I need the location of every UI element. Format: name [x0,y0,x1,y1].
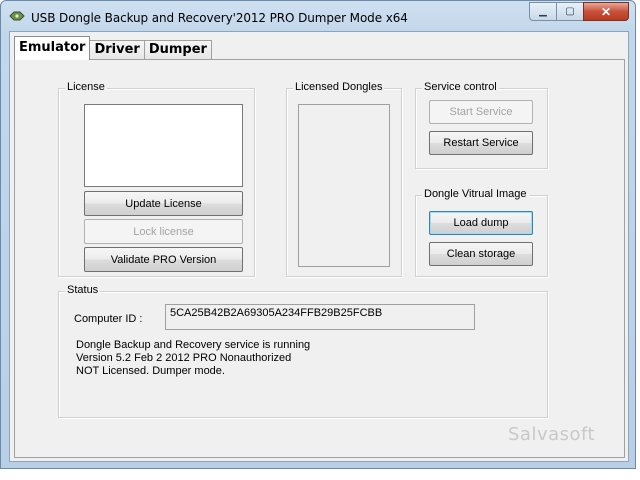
license-group: License Update License Lock license Vali… [58,81,255,277]
close-icon[interactable]: ✕ [583,2,629,21]
start-service-button[interactable]: Start Service [429,100,533,124]
service-control-label: Service control [422,81,499,93]
tab-panel-emulator: License Update License Lock license Vali… [14,59,625,458]
tab-driver[interactable]: Driver [89,40,145,60]
window-title: USB Dongle Backup and Recovery'2012 PRO … [31,11,408,25]
dongle-image-label: Dongle Vitrual Image [422,188,529,200]
dongle-image-group: Dongle Vitrual Image Load dump Clean sto… [415,188,548,277]
update-license-button[interactable]: Update License [84,191,243,216]
computer-id-label: Computer ID : [74,313,143,325]
status-line-version: Version 5.2 Feb 2 2012 PRO Nonauthorized [76,352,292,364]
title-bar[interactable]: USB Dongle Backup and Recovery'2012 PRO … [1,1,635,31]
tab-strip: Emulator Driver Dumper [14,36,212,60]
app-window: USB Dongle Backup and Recovery'2012 PRO … [0,0,636,469]
lock-license-button[interactable]: Lock license [84,219,243,244]
validate-pro-button[interactable]: Validate PRO Version [84,247,243,272]
tab-dumper[interactable]: Dumper [143,40,212,60]
licensed-dongles-label: Licensed Dongles [293,81,385,93]
client-area: Emulator Driver Dumper License Update Li… [9,31,629,462]
licensed-dongles-list[interactable] [298,104,390,267]
tab-emulator[interactable]: Emulator [14,36,91,60]
status-line-license: NOT Licensed. Dumper mode. [76,365,225,377]
caption-buttons: ▁ ▢ ✕ [529,2,629,21]
status-line-service: Dongle Backup and Recovery service is ru… [76,339,311,351]
clean-storage-button[interactable]: Clean storage [429,242,533,266]
dongle-app-icon [9,11,25,21]
computer-id-field[interactable]: 5CA25B42B2A69305A234FFB29B25FCBB [165,304,475,330]
maximize-icon[interactable]: ▢ [556,2,583,21]
license-group-label: License [65,81,107,93]
load-dump-button[interactable]: Load dump [429,211,533,235]
license-text-box[interactable] [84,104,243,187]
restart-service-button[interactable]: Restart Service [429,131,533,155]
licensed-dongles-group: Licensed Dongles [286,81,402,277]
minimize-icon[interactable]: ▁ [529,2,556,21]
status-group: Status Computer ID : 5CA25B42B2A69305A23… [58,284,548,418]
status-group-label: Status [65,284,101,296]
service-control-group: Service control Start Service Restart Se… [415,81,548,169]
watermark-logo: Salvasoft [508,424,596,445]
